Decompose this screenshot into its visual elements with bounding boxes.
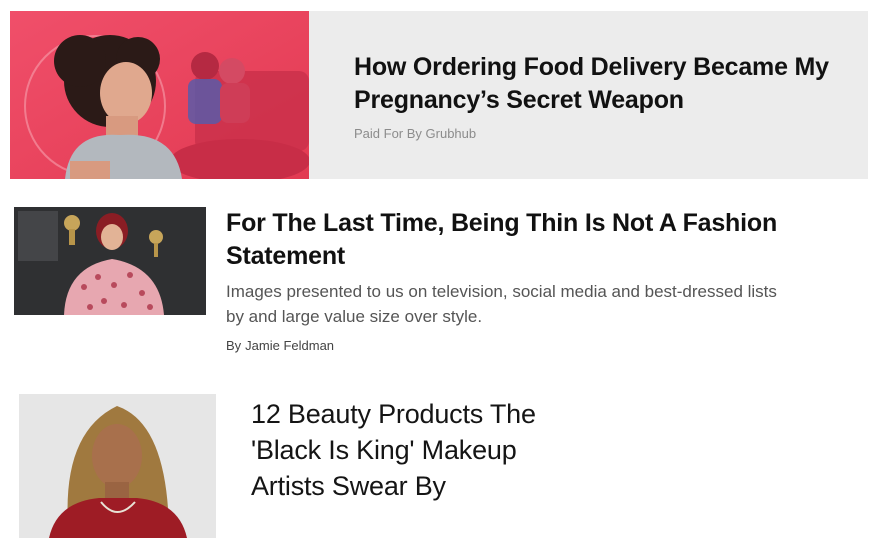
- article-headline[interactable]: 12 Beauty Products The 'Black Is King' M…: [251, 396, 571, 504]
- sponsored-headline[interactable]: How Ordering Food Delivery Became My Pre…: [354, 51, 854, 117]
- article-summary-line: Images presented to us on television, so…: [226, 282, 777, 301]
- sponsored-text: How Ordering Food Delivery Became My Pre…: [354, 51, 854, 141]
- sponsor-label: Paid For By Grubhub: [354, 126, 477, 141]
- article-card[interactable]: For The Last Time, Being Thin Is Not A F…: [14, 207, 874, 357]
- article-summary-line: by and large value size over style.: [226, 307, 483, 326]
- sponsored-image[interactable]: [10, 11, 309, 179]
- author-link[interactable]: Jamie Feldman: [245, 338, 334, 353]
- article-photo: [14, 207, 206, 315]
- article-body: For The Last Time, Being Thin Is Not A F…: [226, 207, 874, 353]
- byline: By Jamie Feldman: [226, 338, 874, 353]
- article-body: 12 Beauty Products The 'Black Is King' M…: [251, 396, 571, 504]
- article-card[interactable]: 12 Beauty Products The 'Black Is King' M…: [19, 394, 874, 538]
- article-thumbnail[interactable]: [19, 394, 216, 538]
- byline-prefix: By: [226, 338, 242, 353]
- article-thumbnail[interactable]: [14, 207, 206, 315]
- article-headline[interactable]: For The Last Time, Being Thin Is Not A F…: [226, 207, 874, 273]
- promo-photo: [10, 11, 309, 179]
- sponsored-card[interactable]: How Ordering Food Delivery Became My Pre…: [10, 11, 868, 179]
- article-summary: Images presented to us on television, so…: [226, 279, 874, 329]
- article-photo: [19, 394, 216, 538]
